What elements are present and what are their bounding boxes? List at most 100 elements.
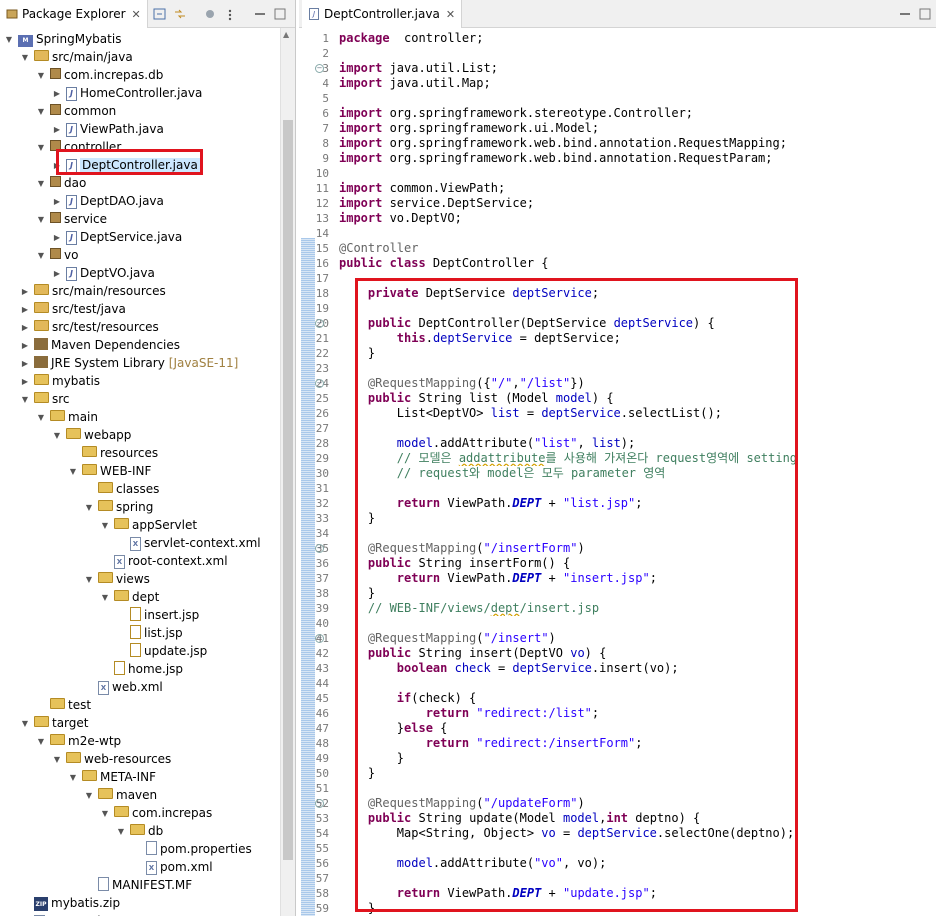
code-line[interactable]: }	[339, 346, 936, 361]
code-line[interactable]: model.addAttribute("list", list);	[339, 436, 936, 451]
code-line[interactable]	[339, 301, 936, 316]
code-line[interactable]: import org.springframework.stereotype.Co…	[339, 106, 936, 121]
chevron-down-icon[interactable]: ▼	[84, 786, 94, 804]
chevron-down-icon[interactable]: ▼	[36, 66, 46, 84]
code-line[interactable]: List<DeptVO> list = deptService.selectLi…	[339, 406, 936, 421]
chevron-down-icon[interactable]: ▼	[20, 714, 30, 732]
fold-toggle-icon[interactable]: −	[315, 379, 324, 388]
chevron-down-icon[interactable]: ▼	[36, 138, 46, 156]
tree-item[interactable]: ▼ com.increpas.db	[36, 66, 163, 84]
code-line[interactable]: Map<String, Object> vo = deptService.sel…	[339, 826, 936, 841]
code-line[interactable]: // 모델은 addattribute를 사용해 가져온다 request영역에…	[339, 451, 936, 466]
package-explorer-tab[interactable]: Package Explorer ✕	[0, 0, 148, 28]
chevron-down-icon[interactable]: ▼	[68, 462, 78, 480]
chevron-right-icon[interactable]: ▶	[52, 192, 62, 210]
chevron-right-icon[interactable]: ▶	[20, 300, 30, 318]
code-line[interactable]	[339, 91, 936, 106]
code-line[interactable]: @RequestMapping({"/","/list"})	[339, 376, 936, 391]
code-line[interactable]: return "redirect:/list";	[339, 706, 936, 721]
code-line[interactable]	[339, 271, 936, 286]
tree-item[interactable]: insert.jsp	[116, 606, 199, 624]
chevron-down-icon[interactable]: ▼	[116, 822, 126, 840]
code-line[interactable]: }	[339, 511, 936, 526]
code-line[interactable]: return "redirect:/insertForm";	[339, 736, 936, 751]
code-line[interactable]: return ViewPath.DEPT + "list.jsp";	[339, 496, 936, 511]
tree-item[interactable]: ▶ src/test/java	[20, 300, 126, 318]
chevron-right-icon[interactable]: ▶	[52, 228, 62, 246]
chevron-down-icon[interactable]: ▼	[100, 804, 110, 822]
tree-item[interactable]: ▼ views	[84, 570, 150, 588]
code-line[interactable]: }	[339, 751, 936, 766]
code-line[interactable]: import vo.DeptVO;	[339, 211, 936, 226]
tree-scrollbar-thumb[interactable]	[283, 120, 293, 860]
tree-item[interactable]: test	[36, 696, 91, 714]
link-with-editor-icon[interactable]	[172, 6, 188, 22]
tree-item[interactable]: ▶ J HomeController.java	[52, 84, 202, 102]
tree-item[interactable]: ▶ src/test/resources	[20, 318, 159, 336]
code-line[interactable]	[339, 46, 936, 61]
tree-item[interactable]: Xpom.xml	[132, 858, 213, 876]
chevron-down-icon[interactable]: ▼	[84, 570, 94, 588]
code-line[interactable]: }else {	[339, 721, 936, 736]
tree-item[interactable]: ▼ m2e-wtp	[36, 732, 121, 750]
chevron-down-icon[interactable]: ▼	[52, 750, 62, 768]
code-line[interactable]: package controller;	[339, 31, 936, 46]
code-line[interactable]: private DeptService deptService;	[339, 286, 936, 301]
tree-item[interactable]: Xpom.xml	[20, 912, 101, 916]
chevron-down-icon[interactable]: ▼	[36, 174, 46, 192]
chevron-right-icon[interactable]: ▶	[20, 354, 30, 372]
tree-item[interactable]: ▼ com.increpas	[100, 804, 212, 822]
chevron-down-icon[interactable]: ▼	[20, 390, 30, 408]
tree-item[interactable]: ▼ spring	[84, 498, 153, 516]
code-line[interactable]	[339, 676, 936, 691]
code-line[interactable]: import service.DeptService;	[339, 196, 936, 211]
minimize-icon[interactable]	[252, 6, 268, 22]
tree-item[interactable]: ▼ META-INF	[68, 768, 156, 786]
tree-item[interactable]: classes	[84, 480, 159, 498]
code-line[interactable]: public String list (Model model) {	[339, 391, 936, 406]
code-line[interactable]: public DeptController(DeptService deptSe…	[339, 316, 936, 331]
tree-item[interactable]: ▼ M SpringMybatis	[4, 30, 121, 48]
tree-item[interactable]: Xroot-context.xml	[100, 552, 228, 570]
maximize-icon[interactable]	[917, 6, 933, 22]
chevron-down-icon[interactable]: ▼	[100, 588, 110, 606]
code-line[interactable]: public String insertForm() {	[339, 556, 936, 571]
code-line[interactable]: public class DeptController {	[339, 256, 936, 271]
tree-item[interactable]: Xweb.xml	[84, 678, 163, 696]
view-menu-icon[interactable]	[222, 6, 238, 22]
tree-item[interactable]: list.jsp	[116, 624, 183, 642]
fold-toggle-icon[interactable]: −	[315, 64, 324, 73]
tree-item[interactable]: Xservlet-context.xml	[116, 534, 261, 552]
chevron-right-icon[interactable]: ▶	[20, 282, 30, 300]
chevron-down-icon[interactable]: ▼	[20, 48, 30, 66]
chevron-right-icon[interactable]: ▶	[52, 84, 62, 102]
code-line[interactable]	[339, 361, 936, 376]
code-line[interactable]	[339, 526, 936, 541]
maximize-icon[interactable]	[272, 6, 288, 22]
code-line[interactable]: public String update(Model model,int dep…	[339, 811, 936, 826]
tree-item[interactable]: ▼ controller	[36, 138, 121, 156]
chevron-right-icon[interactable]: ▶	[20, 336, 30, 354]
tree-item[interactable]: MANIFEST.MF	[84, 876, 192, 894]
chevron-down-icon[interactable]: ▼	[52, 426, 62, 444]
tree-item[interactable]: ▼ dept	[100, 588, 159, 606]
fold-toggle-icon[interactable]: −	[315, 319, 324, 328]
code-line[interactable]: @RequestMapping("/updateForm")	[339, 796, 936, 811]
tree-item[interactable]: ▼ maven	[84, 786, 157, 804]
code-line[interactable]: return ViewPath.DEPT + "insert.jsp";	[339, 571, 936, 586]
tree-item[interactable]: resources	[68, 444, 158, 462]
fold-toggle-icon[interactable]: −	[315, 544, 324, 553]
code-line[interactable]: boolean check = deptService.insert(vo);	[339, 661, 936, 676]
chevron-right-icon[interactable]: ▶	[52, 156, 62, 174]
code-line[interactable]: import org.springframework.ui.Model;	[339, 121, 936, 136]
code-line[interactable]	[339, 481, 936, 496]
chevron-down-icon[interactable]: ▼	[36, 102, 46, 120]
chevron-right-icon[interactable]: ▶	[20, 318, 30, 336]
code-line[interactable]: // WEB-INF/views/dept/insert.jsp	[339, 601, 936, 616]
code-line[interactable]	[339, 616, 936, 631]
tree-item[interactable]: ▶ J DeptController.java	[52, 156, 200, 174]
tree-item[interactable]: ▶ mybatis	[20, 372, 100, 390]
chevron-down-icon[interactable]: ▼	[4, 30, 14, 48]
chevron-down-icon[interactable]: ▼	[100, 516, 110, 534]
code-line[interactable]: import common.ViewPath;	[339, 181, 936, 196]
